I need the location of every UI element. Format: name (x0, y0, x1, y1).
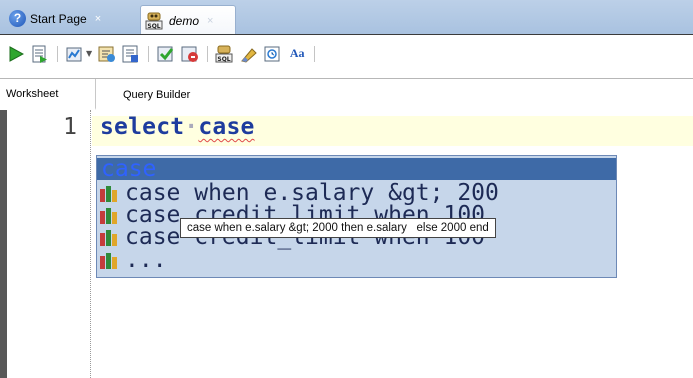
gutter-divider (90, 110, 91, 378)
chevron-down-icon[interactable]: ▼ (86, 49, 92, 58)
commit-icon[interactable] (156, 44, 176, 64)
sql-tuning-icon[interactable] (121, 44, 141, 64)
toolbar-separator (207, 45, 209, 62)
completion-item-label: case (101, 156, 157, 182)
run-statement-icon[interactable] (6, 44, 26, 64)
code-keyword-case: case (198, 114, 255, 140)
books-icon (100, 208, 117, 224)
help-icon: ? (9, 10, 26, 27)
tab-worksheet-label: Worksheet (6, 87, 59, 100)
autotrace-icon[interactable] (65, 44, 85, 64)
sql-editor[interactable]: 1 select·case case case when e.salary &g… (0, 110, 693, 378)
code-line[interactable]: select·case (100, 114, 255, 140)
tab-demo[interactable]: SQL demo × (140, 5, 236, 35)
toolbar-separator (314, 45, 316, 62)
clear-eraser-icon[interactable] (239, 44, 259, 64)
completion-item[interactable]: case when e.salary &gt; 200 (97, 180, 616, 206)
line-number-gutter: 1 (7, 110, 89, 378)
tab-start-page-label: Start Page (30, 11, 87, 26)
run-script-icon[interactable] (30, 44, 50, 64)
line-number: 1 (63, 114, 77, 140)
sql-connection-icon: SQL (145, 12, 163, 30)
completion-item-label: case when e.salary &gt; 200 (125, 180, 499, 206)
worksheet-toolbar: ▼ SQL Aa (0, 34, 693, 77)
completion-tooltip: case when e.salary &gt; 2000 then e.sala… (180, 218, 496, 238)
close-icon[interactable]: × (95, 13, 101, 25)
svg-text:SQL: SQL (147, 23, 160, 30)
close-icon[interactable]: × (207, 15, 213, 27)
completion-item[interactable]: ... (97, 247, 616, 273)
books-icon (100, 253, 117, 269)
autocomplete-popup[interactable]: case case when e.salary &gt; 200 case cr… (96, 155, 617, 278)
worksheet-subtab-bar: Worksheet Query Builder (0, 78, 693, 111)
completion-item-label: ... (125, 247, 167, 273)
to-upper-lower-case-icon[interactable]: Aa (287, 44, 307, 64)
editor-left-border (0, 110, 7, 378)
toolbar-separator (148, 45, 150, 62)
rollback-icon[interactable] (180, 44, 200, 64)
sql-history-icon[interactable] (263, 44, 283, 64)
code-keyword-select: select (100, 114, 185, 140)
tab-start-page[interactable]: ? Start Page × (6, 7, 140, 30)
svg-text:SQL: SQL (218, 56, 231, 63)
toolbar-separator (57, 45, 58, 62)
code-whitespace: · (184, 114, 199, 140)
books-icon (100, 186, 117, 202)
tab-worksheet[interactable]: Worksheet (0, 79, 96, 110)
explain-plan-icon[interactable] (97, 44, 117, 64)
tab-query-builder[interactable]: Query Builder (117, 79, 227, 110)
change-case-label: Aa (289, 46, 305, 60)
books-icon (100, 230, 117, 246)
document-tab-strip: ? Start Page × SQL demo × (0, 0, 693, 35)
completion-item[interactable]: case (97, 156, 616, 182)
tab-query-builder-label: Query Builder (123, 88, 191, 101)
tab-demo-label: demo (169, 13, 200, 28)
unshared-sql-icon[interactable]: SQL (215, 44, 235, 64)
